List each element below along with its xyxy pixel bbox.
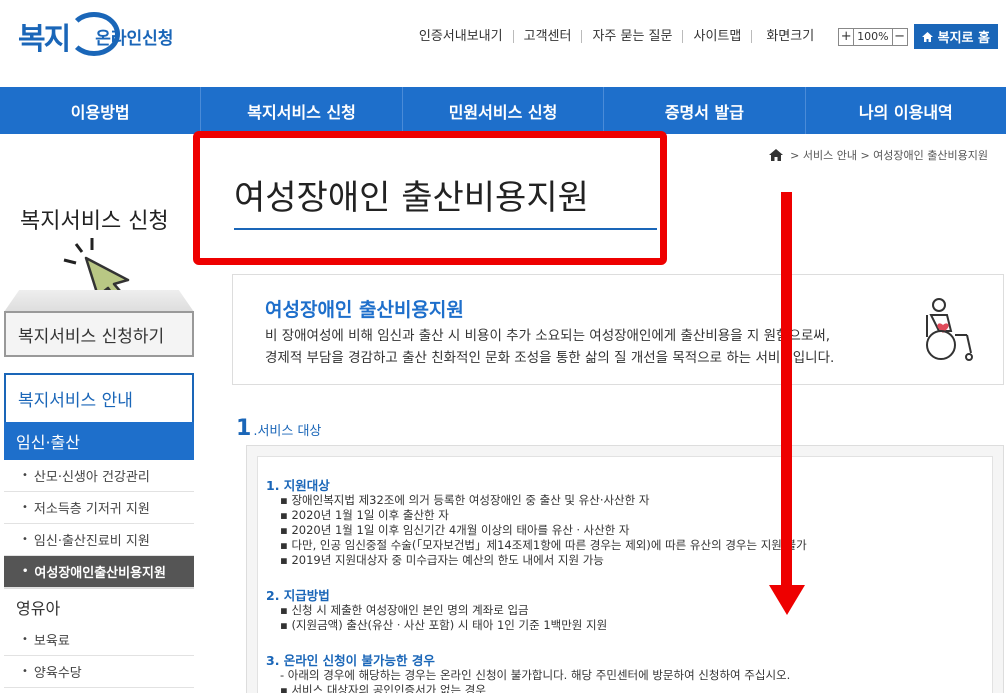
- zoom-in-button[interactable]: +: [838, 27, 855, 46]
- group-line: ▪ 장애인복지법 제32조에 의거 등록한 여성장애인 중 출산 및 유산·사산…: [280, 493, 650, 507]
- welfare-apply-button[interactable]: 복지서비스 신청하기: [4, 311, 194, 357]
- welfare-guide-heading[interactable]: 복지서비스 안내: [4, 373, 194, 422]
- logo-text: 복지: [18, 22, 71, 57]
- main-nav: 이용방법 복지서비스 신청 민원서비스 신청 증명서 발급 나의 이용내역: [0, 87, 1006, 134]
- nav-my-history[interactable]: 나의 이용내역: [806, 87, 1006, 134]
- link-customer-center[interactable]: 고객센터: [514, 30, 583, 43]
- sidebar-cat-infant[interactable]: 영유아: [4, 588, 194, 624]
- sidebar-item-disabled-birth[interactable]: 여성장애인출산비용지원: [4, 556, 194, 588]
- zoom-control: + 100% −: [838, 27, 908, 46]
- scroll-arrow-head-icon: [769, 585, 805, 615]
- sidebar-item-childcare[interactable]: 보육료: [4, 624, 194, 656]
- intro-description: 비 장애여성에 비해 임신과 출산 시 비용이 추가 소요되는 여성장애인에게 …: [265, 328, 835, 366]
- highlight-box: [193, 131, 667, 265]
- zoom-value: 100%: [854, 27, 892, 46]
- sidebar-item-maternal-care[interactable]: 산모·신생아 건강관리: [4, 460, 194, 492]
- group-line: ▪ 서비스 대상자의 공인인증서가 없는 경우: [280, 683, 486, 693]
- group-line: ▪ 2020년 1월 1일 이후 출산한 자: [280, 508, 449, 522]
- scroll-arrow-shaft: [781, 192, 792, 590]
- link-cert-export[interactable]: 인증서내보내기: [409, 30, 514, 43]
- sidebar-title: 복지서비스 신청: [20, 209, 169, 234]
- nav-certificate[interactable]: 증명서 발급: [604, 87, 806, 134]
- service-target-panel: 1. 지원대상 ▪ 장애인복지법 제32조에 의거 등록한 여성장애인 중 출산…: [246, 445, 1004, 693]
- intro-card: 여성장애인 출산비용지원 비 장애여성에 비해 임신과 출산 시 비용이 추가 …: [232, 274, 1004, 385]
- section-heading: 1 .서비스 대상: [236, 416, 321, 441]
- link-sitemap[interactable]: 사이트맵: [683, 30, 753, 43]
- group-line: ▪ (지원금액) 출산(유산ㆍ사산 포함) 시 태아 1인 기준 1백만원 지원: [280, 618, 608, 632]
- site-logo[interactable]: 복지 온라인신청: [18, 12, 173, 58]
- zoom-label: 화면크기: [766, 29, 815, 44]
- home-button-label: 복지로 홈: [937, 31, 990, 46]
- wheelchair-mother-icon: [926, 298, 973, 361]
- breadcrumb: > 서비스 안내 > 여성장애인 출산비용지원: [768, 147, 988, 163]
- sidebar-item-allowance[interactable]: 양육수당: [4, 656, 194, 688]
- section-label: .서비스 대상: [253, 424, 322, 439]
- apply-box-top: [4, 290, 194, 312]
- group-line: ▪ 다만, 인공 임신중절 수술(「모자보건법」제14조제1항에 따른 경우는 …: [280, 538, 807, 552]
- nav-welfare-apply[interactable]: 복지서비스 신청: [201, 87, 403, 134]
- group-line: ▪ 2020년 1월 1일 이후 임신기간 4개월 이상의 태아를 유산ㆍ사산한…: [280, 523, 630, 537]
- link-faq[interactable]: 자주 묻는 질문: [582, 30, 684, 43]
- utility-bar: 인증서내보내기 고객센터 자주 묻는 질문 사이트맵 화면크기 + 100% −…: [409, 24, 998, 49]
- home-button[interactable]: 복지로 홈: [913, 24, 998, 49]
- group-line: - 아래의 경우에 해당하는 경우는 온라인 신청이 불가합니다. 해당 주민센…: [280, 668, 791, 682]
- breadcrumb-item[interactable]: 서비스 안내: [803, 147, 857, 163]
- home-icon[interactable]: [768, 149, 783, 161]
- breadcrumb-item[interactable]: 여성장애인 출산비용지원: [873, 147, 988, 163]
- zoom-out-button[interactable]: −: [891, 27, 908, 46]
- group-line: ▪ 신청 시 제출한 여성장애인 본인 명의 계좌로 입금: [280, 603, 529, 617]
- section-number: 1: [236, 416, 252, 441]
- nav-civil-apply[interactable]: 민원서비스 신청: [403, 87, 605, 134]
- logo-swoosh-icon: [68, 12, 120, 56]
- sidebar-item-medical[interactable]: 임신·출산진료비 지원: [4, 524, 194, 556]
- sidebar-cat-pregnancy[interactable]: 임신·출산: [4, 422, 194, 460]
- service-target-content: 1. 지원대상 ▪ 장애인복지법 제32조에 의거 등록한 여성장애인 중 출산…: [257, 456, 993, 693]
- nav-usage[interactable]: 이용방법: [0, 87, 202, 134]
- home-icon: [921, 31, 933, 42]
- intro-title: 여성장애인 출산비용지원: [265, 299, 464, 321]
- group-line: ▪ 2019년 지원대상자 중 미수급자는 예산의 한도 내에서 지원 가능: [280, 553, 604, 567]
- sidebar-item-diaper[interactable]: 저소득층 기저귀 지원: [4, 492, 194, 524]
